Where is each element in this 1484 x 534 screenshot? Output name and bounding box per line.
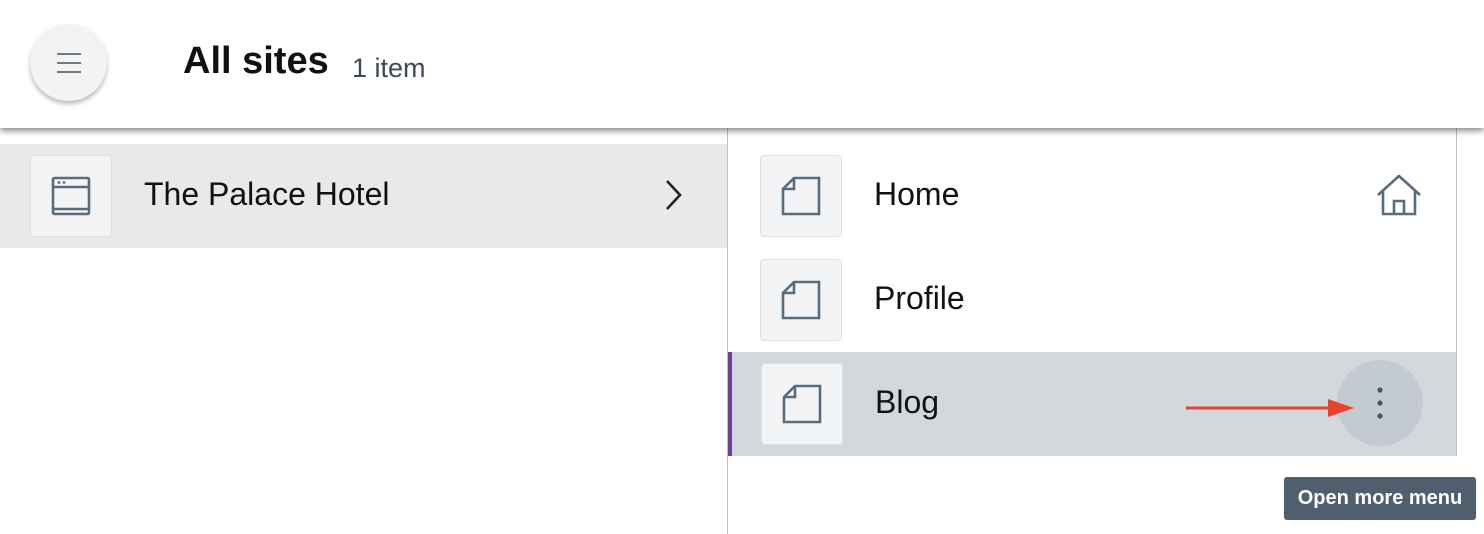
page-icon <box>781 280 821 320</box>
tooltip: Open more menu <box>1284 477 1476 520</box>
column-divider-right <box>1456 128 1457 456</box>
menu-button[interactable] <box>30 24 107 101</box>
home-icon <box>1377 174 1421 216</box>
page-row-home[interactable]: Home <box>728 144 1456 248</box>
hamburger-icon <box>56 52 81 73</box>
page-tile <box>760 259 842 341</box>
site-label: The Palace Hotel <box>144 176 390 212</box>
page-row-profile[interactable]: Profile <box>728 248 1456 352</box>
page-label: Profile <box>874 280 965 316</box>
annotation-arrow <box>1186 399 1354 417</box>
page-tile <box>760 155 842 237</box>
site-tile <box>30 155 112 237</box>
more-vertical-icon <box>1377 387 1383 419</box>
site-row[interactable]: The Palace Hotel <box>0 144 727 248</box>
sites-column: The Palace Hotel <box>0 128 727 534</box>
page-icon <box>781 176 821 216</box>
page-tile <box>761 363 843 445</box>
item-count: 1 item <box>352 53 426 83</box>
page-label: Home <box>874 176 960 212</box>
page-icon <box>782 384 822 424</box>
page-title: All sites <box>183 40 329 82</box>
header-bar: All sites 1 item <box>0 0 1484 128</box>
page-label: Blog <box>875 384 940 420</box>
chevron-right-icon[interactable] <box>662 178 684 212</box>
site-icon <box>51 176 91 216</box>
